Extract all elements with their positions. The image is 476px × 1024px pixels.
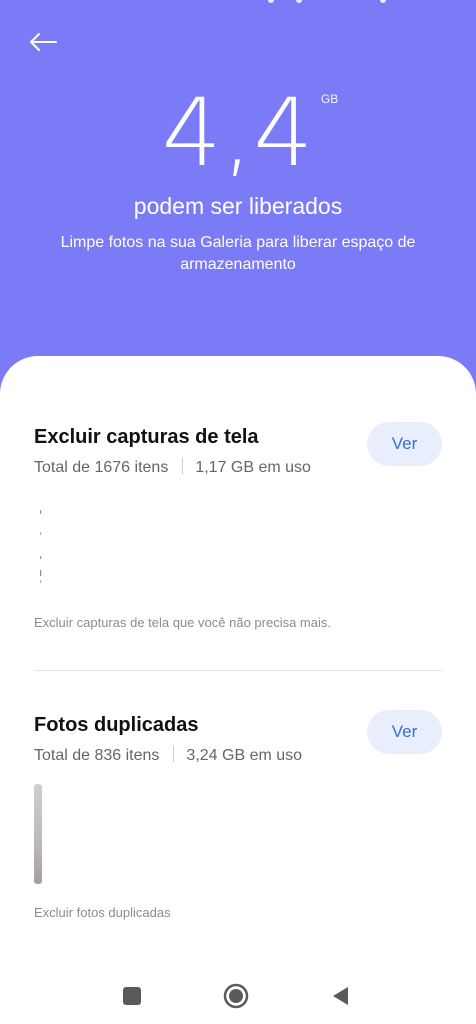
arrow-left-icon <box>30 33 57 51</box>
back-button[interactable] <box>28 26 68 58</box>
screenshot-thumbnails <box>40 510 42 583</box>
section-title: Fotos duplicadas <box>34 714 199 736</box>
section-note: Excluir capturas de tela que você não pr… <box>34 615 331 630</box>
storage-usage: 3,24 GB em uso <box>186 747 303 764</box>
header-subtitle: podem ser liberados <box>133 193 343 219</box>
duplicates-section: Fotos duplicadas Total de 836 itens 3,24 … <box>0 710 476 942</box>
status-icon <box>380 0 386 3</box>
back-triangle-icon <box>333 987 348 1005</box>
status-icon <box>296 0 302 3</box>
view-screenshots-button[interactable]: Ver <box>367 422 442 466</box>
status-bar <box>0 0 476 8</box>
recents-square-icon <box>123 987 141 1005</box>
status-icon <box>268 0 274 3</box>
header: 4,4 GB podem ser liberados Limpe fotos n… <box>0 0 476 400</box>
freeable-amount: 4,4 GB <box>0 78 476 190</box>
storage-usage: 1,17 GB em uso <box>195 459 311 476</box>
back-nav-button[interactable] <box>326 982 354 1010</box>
section-note: Excluir fotos duplicadas <box>34 905 171 920</box>
section-meta: Total de 1676 itens 1,17 GB em uso <box>34 457 311 479</box>
thumbnail-strip[interactable] <box>34 504 44 596</box>
amount-unit: GB <box>320 92 339 106</box>
header-description: Limpe fotos na sua Galeria para liberar … <box>60 234 416 273</box>
home-circle-icon <box>223 983 249 1009</box>
duplicate-thumbnails <box>34 784 42 884</box>
storage-cleanup-screen: 4,4 GB podem ser liberados Limpe fotos n… <box>0 0 476 1024</box>
screenshots-section: Excluir capturas de tela Total de 1676 i… <box>0 422 476 724</box>
item-count: Total de 836 itens <box>34 747 160 764</box>
recents-button[interactable] <box>118 982 146 1010</box>
section-divider <box>34 670 442 671</box>
section-meta: Total de 836 itens 3,24 GB em uso <box>34 745 302 767</box>
system-navigation-bar <box>0 968 476 1024</box>
meta-separator <box>173 746 175 762</box>
thumbnail-strip[interactable] <box>34 784 44 884</box>
meta-separator <box>182 458 184 474</box>
section-title: Excluir capturas de tela <box>34 426 259 448</box>
item-count: Total de 1676 itens <box>34 459 169 476</box>
home-button[interactable] <box>222 982 250 1010</box>
view-duplicates-button[interactable]: Ver <box>367 710 442 754</box>
cleanup-card: Excluir capturas de tela Total de 1676 i… <box>0 356 476 1024</box>
amount-value: 4,4 <box>161 79 315 188</box>
